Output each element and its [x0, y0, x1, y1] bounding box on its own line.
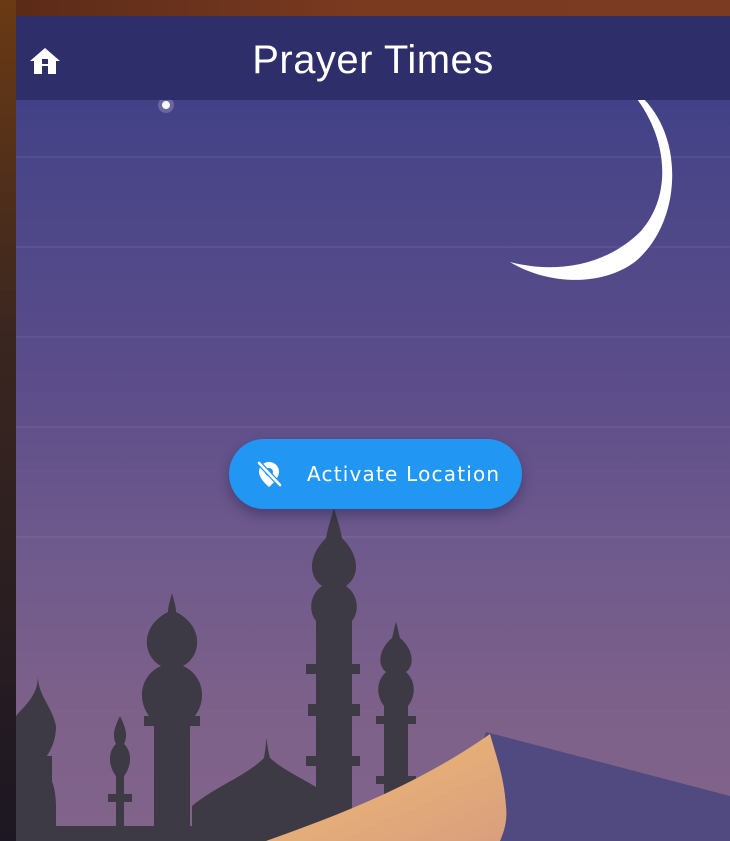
- app-screen: Prayer Times Activate Location: [16, 16, 730, 841]
- window-frame-left: [0, 0, 16, 841]
- crescent-moon-icon: [510, 84, 673, 280]
- mosque-silhouette: [16, 508, 436, 841]
- location-off-icon: [253, 458, 285, 490]
- activate-location-label: Activate Location: [307, 462, 501, 486]
- page-title: Prayer Times: [252, 38, 494, 82]
- window-frame-top: [0, 0, 730, 16]
- app-bar: Prayer Times: [16, 16, 730, 100]
- night-scene-illustration: [16, 22, 730, 841]
- activate-location-button[interactable]: Activate Location: [229, 439, 522, 509]
